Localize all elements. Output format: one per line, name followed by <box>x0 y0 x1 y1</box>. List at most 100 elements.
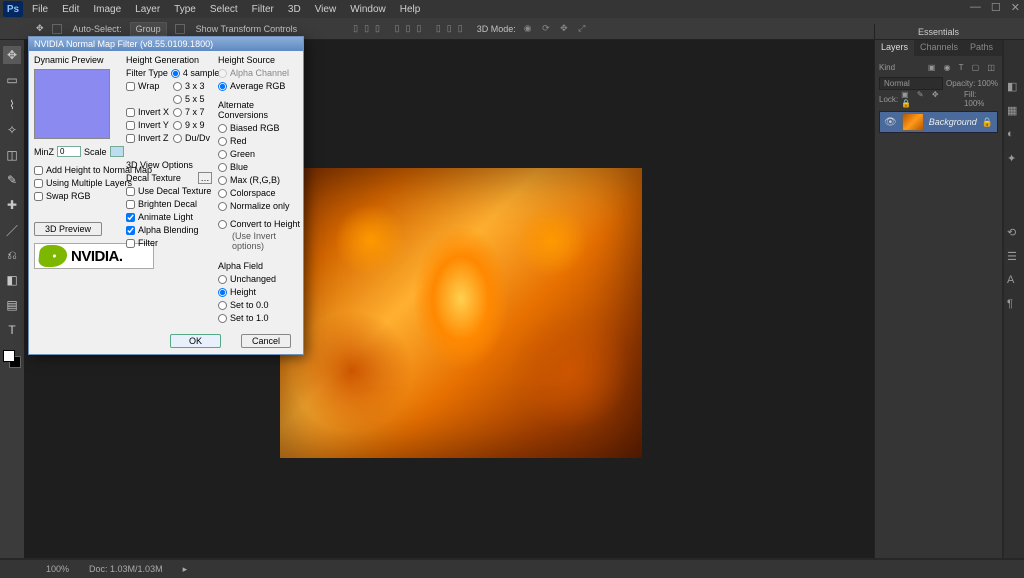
mode-3d-icons[interactable]: ◉ ⟳ ✥ ⤢ <box>524 23 590 34</box>
decal-browse-icon[interactable]: … <box>198 172 212 184</box>
wand-tool[interactable]: ✧ <box>3 121 21 139</box>
multi-layers-checkbox[interactable] <box>34 179 43 188</box>
blue-radio[interactable] <box>218 163 227 172</box>
char-panel-icon[interactable]: A <box>1007 274 1021 288</box>
type-tool[interactable]: T <box>3 321 21 339</box>
align-icons[interactable]: ▯▯▯ ▯▯▯ ▯▯▯ <box>353 23 469 34</box>
filter-icons[interactable]: ▣ ◉ T ▢ ◫ <box>928 63 998 72</box>
ok-button[interactable]: OK <box>170 334 221 348</box>
normalize-radio[interactable] <box>218 202 227 211</box>
tab-paths[interactable]: Paths <box>964 40 999 56</box>
stamp-tool[interactable]: ⎌ <box>3 246 21 264</box>
blend-mode-select[interactable]: Normal <box>879 77 943 90</box>
lasso-tool[interactable]: ⌇ <box>3 96 21 114</box>
menu-type[interactable]: Type <box>174 4 196 15</box>
5x5-radio[interactable] <box>173 95 182 104</box>
opacity-label[interactable]: Opacity: 100% <box>946 79 998 88</box>
auto-select-checkbox[interactable] <box>52 24 62 34</box>
heal-tool[interactable]: ✚ <box>3 196 21 214</box>
filter-checkbox[interactable] <box>126 239 135 248</box>
layer-row[interactable]: 👁 Background 🔒 <box>879 111 998 133</box>
menu-edit[interactable]: Edit <box>62 4 79 15</box>
animate-label: Animate Light <box>138 212 193 222</box>
brighten-checkbox[interactable] <box>126 200 135 209</box>
inverty-checkbox[interactable] <box>126 121 135 130</box>
doc-size[interactable]: Doc: 1.03M/1.03M <box>89 564 163 574</box>
set0-radio[interactable] <box>218 301 227 310</box>
minimize-icon[interactable]: — <box>970 1 981 14</box>
menu-help[interactable]: Help <box>400 4 421 15</box>
visibility-icon[interactable]: 👁 <box>884 117 897 128</box>
menu-image[interactable]: Image <box>93 4 121 15</box>
green-label: Green <box>230 149 255 159</box>
red-radio[interactable] <box>218 137 227 146</box>
height-label: Height <box>230 287 256 297</box>
fg-color[interactable] <box>3 350 15 362</box>
use-decal-checkbox[interactable] <box>126 187 135 196</box>
auto-select-target[interactable]: Group <box>130 22 167 36</box>
dudv-radio[interactable] <box>173 134 182 143</box>
biased-radio[interactable] <box>218 124 227 133</box>
para-panel-icon[interactable]: ¶ <box>1007 298 1021 312</box>
scale-label: Scale <box>84 147 107 157</box>
animate-checkbox[interactable] <box>126 213 135 222</box>
status-arrow-icon[interactable]: ▸ <box>183 564 188 575</box>
max-radio[interactable] <box>218 176 227 185</box>
invertz-checkbox[interactable] <box>126 134 135 143</box>
colorspace-radio[interactable] <box>218 189 227 198</box>
gradient-tool[interactable]: ▤ <box>3 296 21 314</box>
menu-layer[interactable]: Layer <box>135 4 160 15</box>
convert-radio[interactable] <box>218 220 227 229</box>
styles-panel-icon[interactable]: ✦ <box>1007 152 1021 166</box>
menu-view[interactable]: View <box>315 4 337 15</box>
menu-filter[interactable]: Filter <box>252 4 274 15</box>
move-tool[interactable]: ✥ <box>3 46 21 64</box>
crop-tool[interactable]: ◫ <box>3 146 21 164</box>
7x7-radio[interactable] <box>173 108 182 117</box>
layer-thumbnail[interactable] <box>902 113 924 131</box>
swap-rgb-checkbox[interactable] <box>34 192 43 201</box>
wrap-checkbox[interactable] <box>126 82 135 91</box>
swatches-panel-icon[interactable]: ▦ <box>1007 104 1021 118</box>
4sample-radio[interactable] <box>171 69 180 78</box>
add-height-checkbox[interactable] <box>34 166 43 175</box>
zoom-level[interactable]: 100% <box>46 564 69 574</box>
maximize-icon[interactable]: ☐ <box>991 1 1001 14</box>
color-swatches[interactable] <box>3 350 21 368</box>
document-canvas[interactable] <box>280 168 642 458</box>
lock-icons[interactable]: ▣ ✎ ✥ 🔒 <box>901 90 958 108</box>
menu-select[interactable]: Select <box>210 4 238 15</box>
invertx-checkbox[interactable] <box>126 108 135 117</box>
close-icon[interactable]: ✕ <box>1011 1 1020 14</box>
scale-input[interactable] <box>110 146 124 157</box>
height-radio[interactable] <box>218 288 227 297</box>
dynamic-preview-label: Dynamic Preview <box>34 55 120 65</box>
fill-label[interactable]: Fill: 100% <box>964 90 998 108</box>
show-transform-checkbox[interactable] <box>175 24 185 34</box>
3x3-radio[interactable] <box>173 82 182 91</box>
green-radio[interactable] <box>218 150 227 159</box>
menu-window[interactable]: Window <box>350 4 386 15</box>
cancel-button[interactable]: Cancel <box>241 334 291 348</box>
9x9-radio[interactable] <box>173 121 182 130</box>
adjustments-panel-icon[interactable]: ◐ <box>1007 128 1021 142</box>
history-panel-icon[interactable]: ⟲ <box>1007 226 1021 240</box>
menu-3d[interactable]: 3D <box>288 4 301 15</box>
brush-tool[interactable]: ／ <box>3 221 21 239</box>
menu-file[interactable]: File <box>32 4 48 15</box>
avg-rgb-radio[interactable] <box>218 82 227 91</box>
unchanged-radio[interactable] <box>218 275 227 284</box>
marquee-tool[interactable]: ▭ <box>3 71 21 89</box>
preview-3d-button[interactable]: 3D Preview <box>34 222 102 236</box>
layer-name[interactable]: Background <box>929 117 977 127</box>
eraser-tool[interactable]: ◧ <box>3 271 21 289</box>
alphablend-checkbox[interactable] <box>126 226 135 235</box>
color-panel-icon[interactable]: ◧ <box>1007 80 1021 94</box>
tab-layers[interactable]: Layers <box>875 40 914 56</box>
tab-channels[interactable]: Channels <box>914 40 964 56</box>
set1-radio[interactable] <box>218 314 227 323</box>
workspace-switcher[interactable]: Essentials <box>875 24 1002 40</box>
eyedropper-tool[interactable]: ✎ <box>3 171 21 189</box>
minz-input[interactable] <box>57 146 81 157</box>
properties-panel-icon[interactable]: ☰ <box>1007 250 1021 264</box>
